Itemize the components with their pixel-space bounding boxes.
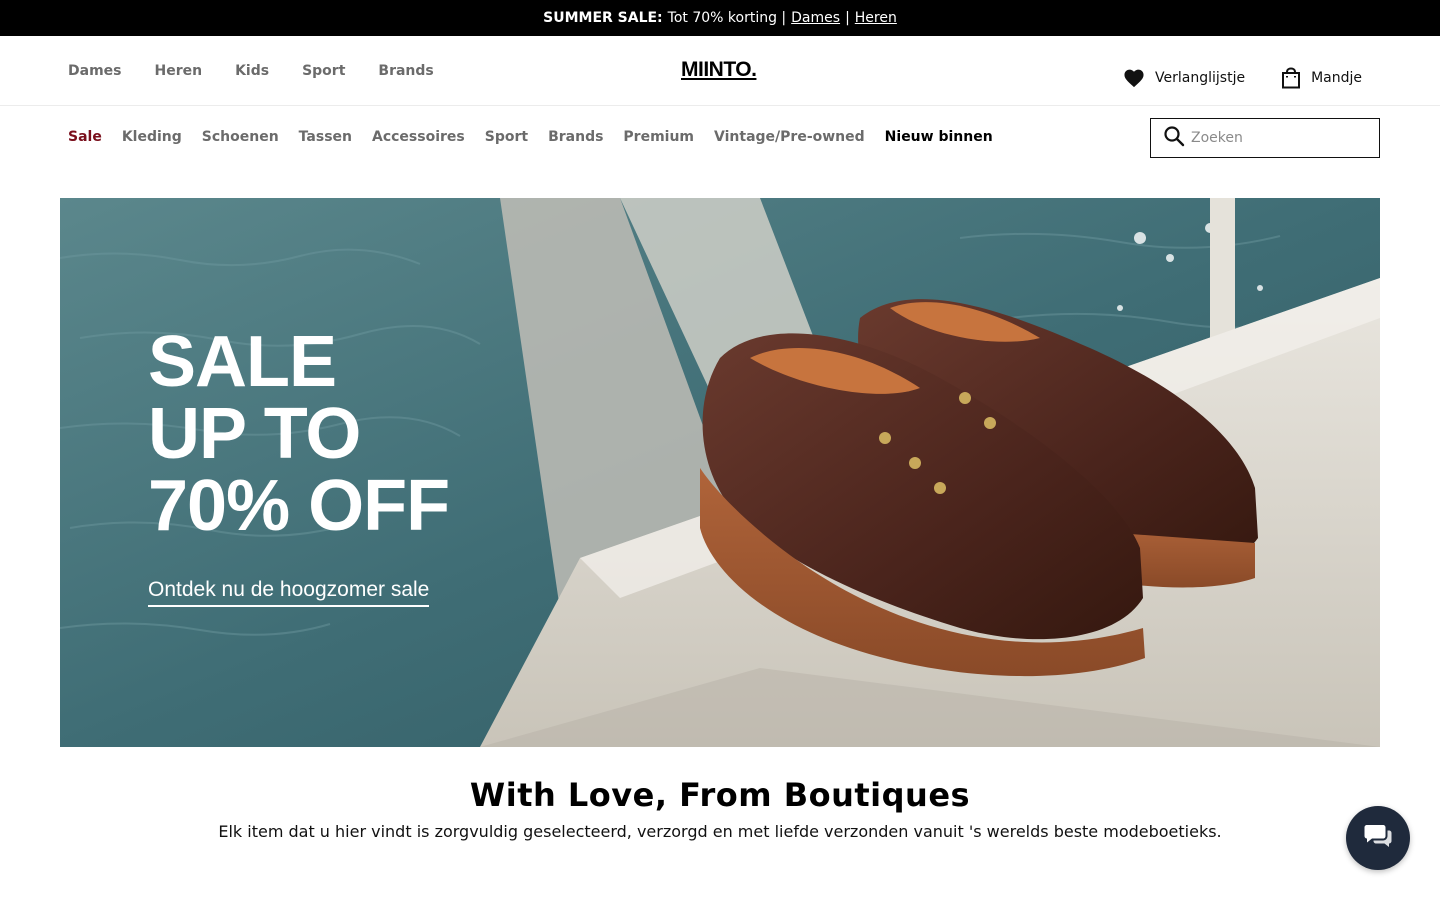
- promo-link-men[interactable]: Heren: [855, 10, 897, 26]
- cart-label: Mandje: [1311, 70, 1362, 86]
- category-nav-accessories[interactable]: Accessoires: [372, 129, 465, 145]
- search-icon: [1163, 125, 1185, 151]
- heart-icon: [1123, 68, 1145, 88]
- wishlist-label: Verlanglijstje: [1155, 70, 1246, 86]
- header-actions: Verlanglijstje Mandje: [1123, 36, 1362, 120]
- gender-nav-sport[interactable]: Sport: [302, 63, 345, 79]
- search-input[interactable]: [1191, 130, 1361, 146]
- category-nav-new-in[interactable]: Nieuw binnen: [885, 129, 993, 145]
- logo[interactable]: MIINTO.: [681, 58, 757, 82]
- intro-text: Elk item dat u hier vindt is zorgvuldig …: [218, 822, 1222, 841]
- hero-banner[interactable]: SALE UP TO 70% OFF Ontdek nu de hoogzome…: [60, 198, 1380, 747]
- category-nav: Sale Kleding Schoenen Tassen Accessoires…: [68, 106, 993, 168]
- category-nav-bags[interactable]: Tassen: [299, 129, 352, 145]
- chat-icon: [1363, 823, 1393, 853]
- category-nav-premium[interactable]: Premium: [623, 129, 694, 145]
- gender-nav-brands[interactable]: Brands: [378, 63, 433, 79]
- site-header: Dames Heren Kids Sport Brands MIINTO. Ve…: [0, 36, 1440, 106]
- cart-button[interactable]: Mandje: [1281, 67, 1362, 89]
- promo-link-women[interactable]: Dames: [791, 10, 840, 26]
- search-box[interactable]: [1150, 118, 1380, 158]
- category-nav-sport[interactable]: Sport: [485, 129, 528, 145]
- hero-line-3: 70% OFF: [148, 466, 450, 546]
- hero-line-2: UP TO: [148, 394, 361, 474]
- category-nav-clothing[interactable]: Kleding: [122, 129, 182, 145]
- hero-headline: SALE UP TO 70% OFF: [148, 322, 450, 546]
- gender-nav: Dames Heren Kids Sport Brands: [68, 36, 434, 106]
- promo-label: SUMMER SALE:: [543, 10, 663, 26]
- wishlist-button[interactable]: Verlanglijstje: [1123, 68, 1245, 88]
- promo-bar: SUMMER SALE: Tot 70% korting | Dames | H…: [0, 0, 1440, 36]
- promo-text: Tot 70% korting |: [667, 10, 787, 26]
- shopping-bag-icon: [1281, 67, 1301, 89]
- gender-nav-men[interactable]: Heren: [154, 63, 202, 79]
- category-nav-brands[interactable]: Brands: [548, 129, 603, 145]
- hero-text: SALE UP TO 70% OFF Ontdek nu de hoogzome…: [148, 322, 450, 607]
- gender-nav-kids[interactable]: Kids: [235, 63, 269, 79]
- chat-button[interactable]: [1346, 806, 1410, 870]
- category-nav-sale[interactable]: Sale: [68, 129, 102, 145]
- hero-cta-link[interactable]: Ontdek nu de hoogzomer sale: [148, 578, 430, 607]
- hero-line-1: SALE: [148, 322, 337, 402]
- category-nav-shoes[interactable]: Schoenen: [202, 129, 279, 145]
- gender-nav-women[interactable]: Dames: [68, 63, 121, 79]
- promo-separator: |: [845, 10, 850, 26]
- intro-title: With Love, From Boutiques: [469, 776, 971, 814]
- category-nav-vintage[interactable]: Vintage/Pre-owned: [714, 129, 865, 145]
